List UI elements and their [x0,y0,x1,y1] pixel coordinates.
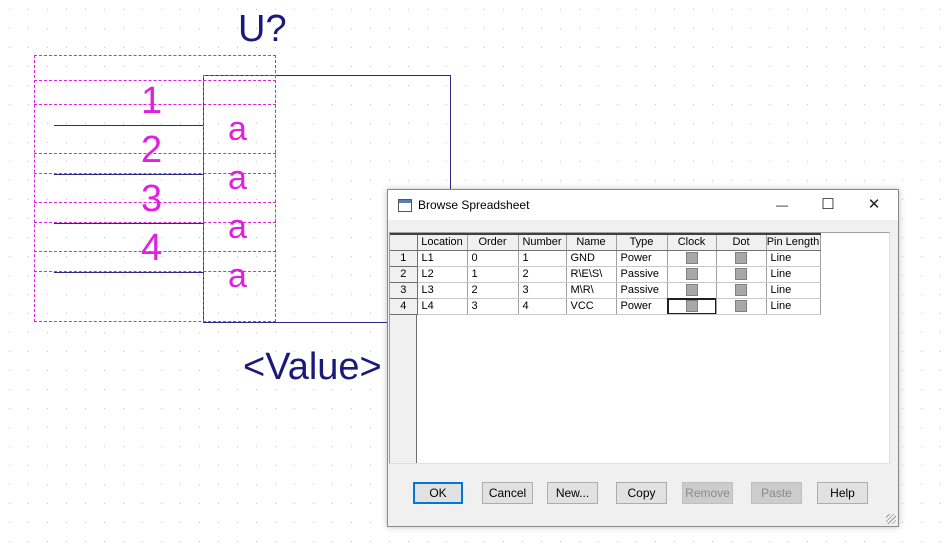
column-header-clock[interactable]: Clock [667,233,717,251]
cancel-button[interactable]: Cancel [482,482,533,504]
pin-number: 1 [141,80,163,122]
cell-order[interactable]: 2 [467,282,519,299]
reference-designator[interactable]: U? [238,8,287,51]
column-header-location[interactable]: Location [417,233,468,251]
corner-cell[interactable] [390,233,418,251]
cell-type[interactable]: Passive [616,266,668,283]
maximize-icon[interactable]: ☐ [812,194,844,216]
table-row[interactable]: 4 L4 3 4 VCC Power Line [390,298,821,315]
ok-button[interactable]: OK [413,482,463,504]
remove-button: Remove [682,482,733,504]
cell-pin-length[interactable]: Line [766,282,821,299]
row-header[interactable]: 2 [390,266,418,283]
pin-name: a [228,208,247,246]
cell-pin-length[interactable]: Line [766,250,821,267]
dot-checkbox[interactable] [735,268,747,281]
pin-line [54,223,203,224]
cell-order[interactable]: 1 [467,266,519,283]
cell-dot[interactable] [716,266,767,283]
cell-name[interactable]: R\E\S\ [566,266,617,283]
column-header-order[interactable]: Order [467,233,519,251]
cell-number[interactable]: 3 [518,282,567,299]
pin-line [54,272,203,273]
minimize-icon[interactable]: — [766,194,798,216]
pin-number: 3 [141,178,163,220]
paste-button: Paste [751,482,802,504]
clock-checkbox[interactable] [685,268,698,281]
cell-type[interactable]: Power [616,298,668,315]
spreadsheet-grid[interactable]: Location Order Number Name Type Clock Do… [389,232,890,464]
row-header[interactable]: 3 [390,282,418,299]
cell-clock[interactable] [667,250,717,267]
cell-name[interactable]: M\R\ [566,282,617,299]
copy-button[interactable]: Copy [616,482,667,504]
column-header-name[interactable]: Name [566,233,617,251]
cell-dot[interactable] [716,250,767,267]
cell-order[interactable]: 0 [467,250,519,267]
table-row[interactable]: 2 L2 1 2 R\E\S\ Passive Line [390,266,821,283]
resize-grip-icon[interactable] [886,514,896,524]
cell-number[interactable]: 2 [518,266,567,283]
cell-dot[interactable] [716,298,767,315]
browse-spreadsheet-dialog: Browse Spreadsheet — ☐ ✕ Location Order … [387,189,899,527]
clock-checkbox[interactable] [685,284,698,297]
cell-name[interactable]: GND [566,250,617,267]
cell-type[interactable]: Passive [616,282,668,299]
column-header-dot[interactable]: Dot [716,233,767,251]
column-header-type[interactable]: Type [616,233,668,251]
dot-checkbox[interactable] [735,252,747,265]
column-header-pin-length[interactable]: Pin Length [766,233,821,251]
new-button[interactable]: New... [547,482,598,504]
cell-location[interactable]: L4 [417,298,468,315]
cell-clock-selected[interactable] [667,298,717,315]
pin-name: a [228,159,247,197]
clock-checkbox[interactable] [685,252,698,265]
cell-number[interactable]: 4 [518,298,567,315]
table-row[interactable]: 1 L1 0 1 GND Power Line [390,250,821,267]
cell-location[interactable]: L2 [417,266,468,283]
cell-pin-length[interactable]: Line [766,298,821,315]
row-header[interactable]: 4 [390,298,418,315]
cell-type[interactable]: Power [616,250,668,267]
cell-dot[interactable] [716,282,767,299]
pin-number: 2 [141,129,163,171]
cell-number[interactable]: 1 [518,250,567,267]
pin-number: 4 [141,227,163,269]
help-button[interactable]: Help [817,482,868,504]
pin-name: a [228,257,247,295]
cell-location[interactable]: L3 [417,282,468,299]
pin-name: a [228,110,247,148]
cell-clock[interactable] [667,282,717,299]
pin-line [54,125,203,126]
cell-clock[interactable] [667,266,717,283]
pin-table: Location Order Number Name Type Clock Do… [390,233,821,315]
title-bar[interactable]: Browse Spreadsheet — ☐ ✕ [388,190,898,220]
clock-checkbox[interactable] [685,300,698,313]
cell-name[interactable]: VCC [566,298,617,315]
table-row[interactable]: 3 L3 2 3 M\R\ Passive Line [390,282,821,299]
dialog-title: Browse Spreadsheet [418,198,530,212]
dot-checkbox[interactable] [735,284,747,297]
cell-order[interactable]: 3 [467,298,519,315]
cell-location[interactable]: L1 [417,250,468,267]
row-header[interactable]: 1 [390,250,418,267]
window-icon [398,199,412,212]
value-label[interactable]: <Value> [243,346,382,389]
pin-line [54,174,203,175]
column-header-number[interactable]: Number [518,233,567,251]
cell-pin-length[interactable]: Line [766,266,821,283]
dot-checkbox[interactable] [735,300,747,313]
close-icon[interactable]: ✕ [858,194,890,216]
